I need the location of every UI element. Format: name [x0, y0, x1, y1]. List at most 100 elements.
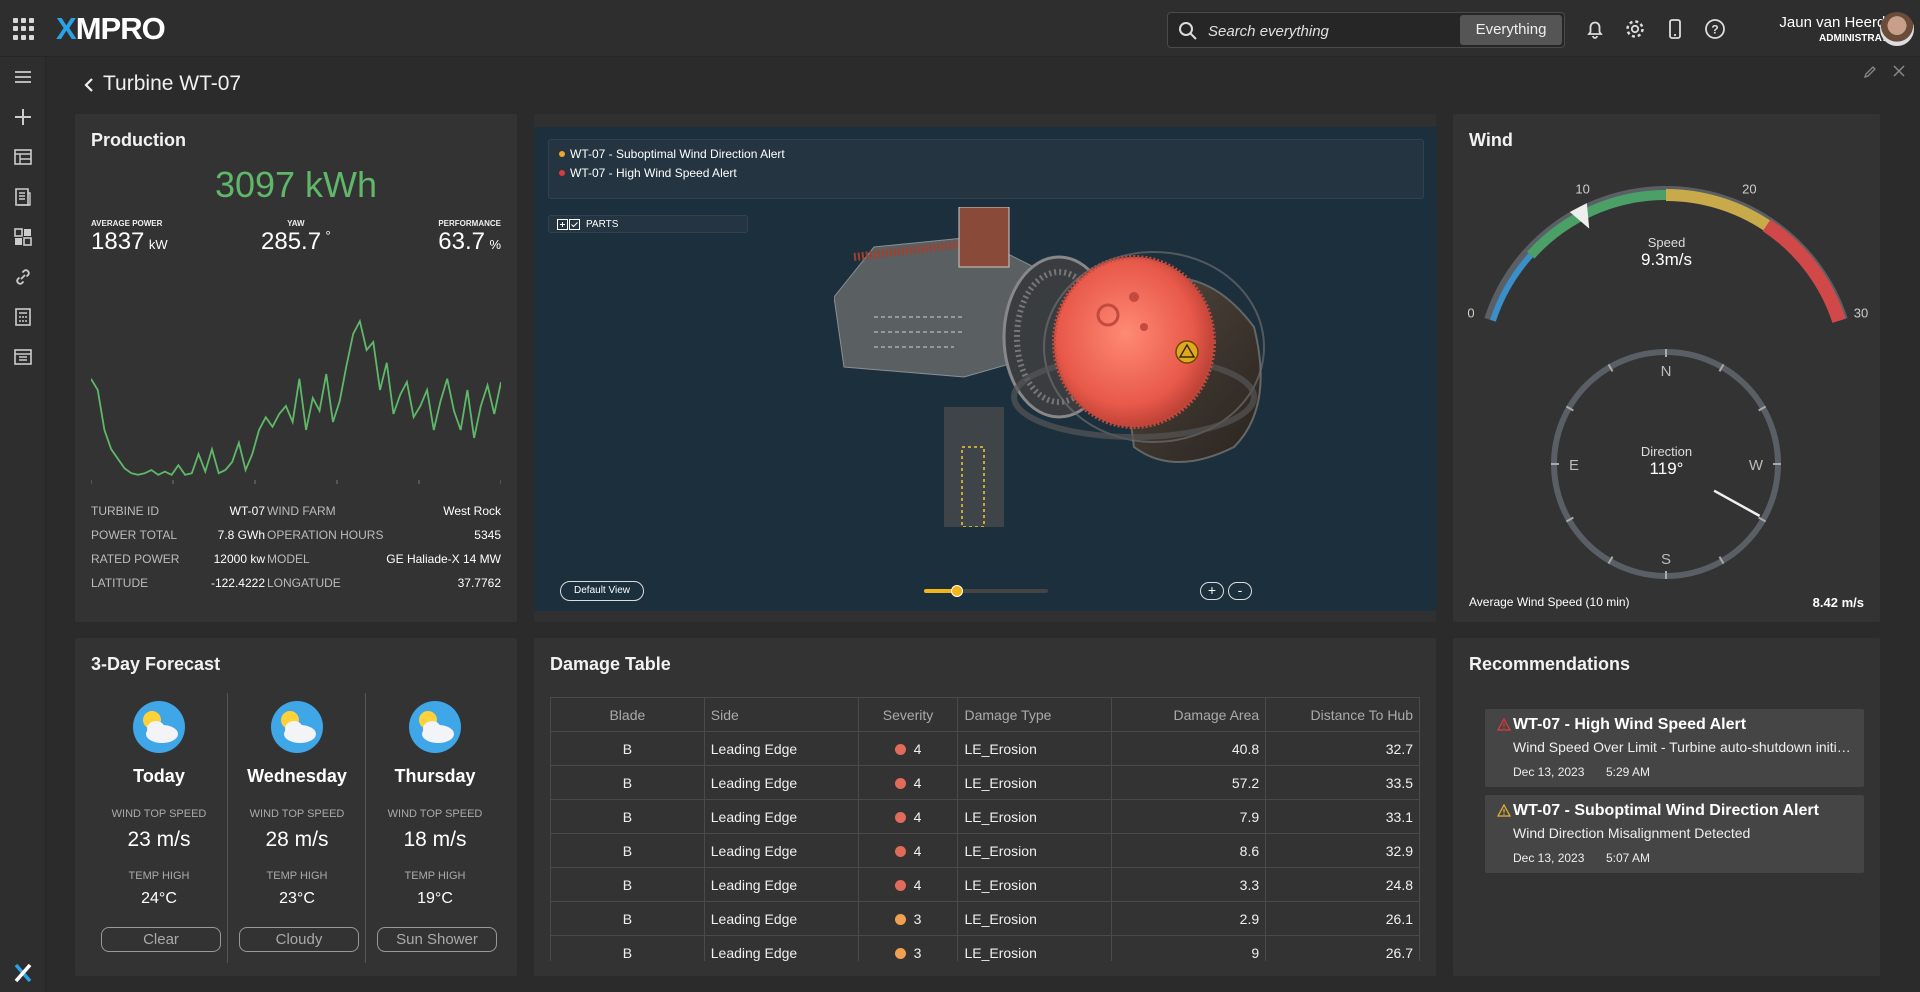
add-icon[interactable] [11, 105, 35, 129]
recommendation-card[interactable]: WT-07 - High Wind Speed Alert Wind Speed … [1485, 709, 1864, 787]
edit-icon[interactable] [1862, 64, 1878, 80]
condition-button[interactable]: Cloudy [239, 927, 359, 952]
column-header[interactable]: Distance To Hub [1265, 697, 1420, 732]
metric-yaw: YAW 285.7 ° [261, 219, 331, 255]
layout-icon[interactable] [11, 345, 35, 369]
info-label: LONGATUDE [267, 576, 341, 590]
viewer-alert-item[interactable]: WT-07 - Suboptimal Wind Direction Alert [559, 147, 785, 161]
expand-check-icon[interactable] [557, 219, 581, 230]
explode-slider[interactable] [924, 585, 1048, 597]
recommendations-title: Recommendations [1469, 654, 1631, 674]
column-header[interactable]: Side [703, 697, 859, 732]
severity-dot-icon [894, 777, 906, 789]
zoom-out-button[interactable]: - [1228, 582, 1252, 600]
forecast-day-name: Today [133, 766, 185, 786]
table-row[interactable]: B Leading Edge 3 LE_Erosion 2.9 26.1 [550, 901, 1420, 936]
slider-handle[interactable] [951, 585, 964, 597]
widgets-icon[interactable] [11, 225, 35, 249]
back-arrow-icon[interactable] [79, 75, 99, 95]
severity-cell: 3 [857, 935, 959, 961]
temp-high-label: TEMP HIGH [404, 870, 466, 882]
wind-direction-compass: NE WS [1551, 349, 1781, 579]
forecast-day-name: Thursday [394, 766, 476, 786]
table-row[interactable]: B Leading Edge 4 LE_Erosion 40.8 32.7 [550, 731, 1420, 766]
zoom-in-button[interactable]: + [1200, 582, 1224, 600]
app-launcher-icon[interactable] [13, 18, 35, 40]
table-row[interactable]: B Leading Edge 4 LE_Erosion 7.9 33.1 [550, 799, 1420, 834]
close-icon[interactable] [1892, 64, 1906, 78]
table-cell: B [550, 765, 705, 800]
partly-sunny-icon [133, 701, 185, 753]
turbine-3d-viewer[interactable]: WT-07 - Suboptimal Wind Direction Alert … [534, 127, 1436, 611]
avatar[interactable] [1880, 12, 1914, 46]
recommendation-card[interactable]: WT-07 - Suboptimal Wind Direction Alert W… [1485, 795, 1864, 873]
table-cell: LE_Erosion [957, 799, 1113, 834]
warning-icon [1497, 718, 1511, 731]
page-title: Turbine WT-07 [103, 72, 242, 95]
viewer-alert-list: WT-07 - Suboptimal Wind Direction Alert … [548, 139, 1424, 199]
avg-wind-value: 8.42 m/s [1812, 595, 1864, 610]
table-cell: B [550, 901, 705, 936]
link-icon[interactable] [11, 265, 35, 289]
gear-icon[interactable] [1623, 17, 1647, 41]
forecast-panel: 3-Day Forecast [75, 638, 517, 976]
help-icon[interactable]: ? [1703, 17, 1727, 41]
severity-dot-icon [894, 913, 906, 925]
search-input[interactable] [1208, 20, 1418, 42]
xmpro-mark-icon[interactable] [11, 961, 35, 985]
table-row[interactable]: B Leading Edge 4 LE_Erosion 57.2 33.5 [550, 765, 1420, 800]
viewer-alert-item[interactable]: WT-07 - High Wind Speed Alert [559, 166, 737, 180]
production-title: Production [91, 130, 186, 150]
recommendation-title: WT-07 - High Wind Speed Alert [1513, 716, 1747, 733]
condition-button[interactable]: Clear [101, 927, 221, 952]
wind-top-speed-label: WIND TOP SPEED [387, 808, 483, 820]
info-value: 37.7762 [457, 576, 501, 590]
table-cell: Leading Edge [703, 765, 859, 800]
table-cell: B [550, 799, 705, 834]
column-header[interactable]: Severity [857, 697, 959, 732]
menu-icon[interactable] [11, 65, 35, 89]
table-cell: 32.7 [1265, 731, 1420, 766]
column-header[interactable]: Damage Type [957, 697, 1113, 732]
table-row[interactable]: B Leading Edge 4 LE_Erosion 3.3 24.8 [550, 867, 1420, 902]
calculator-icon[interactable] [11, 305, 35, 329]
alert-dot-icon [559, 151, 565, 157]
logo[interactable]: XMPRO [56, 11, 166, 47]
table-cell: LE_Erosion [957, 765, 1113, 800]
column-header[interactable]: Blade [550, 697, 705, 732]
search-scope-button[interactable]: Everything [1460, 15, 1562, 45]
report-icon[interactable] [11, 185, 35, 209]
condition-button[interactable]: Sun Shower [377, 927, 497, 952]
compass-label: S [1661, 551, 1671, 568]
column-header[interactable]: Damage Area [1111, 697, 1267, 732]
recommendation-desc: Wind Direction Misalignment Detected [1513, 825, 1751, 841]
table-row[interactable]: B Leading Edge 3 LE_Erosion 9 26.7 [550, 935, 1420, 961]
recommendation-time: 5:29 AM [1606, 765, 1651, 779]
bell-icon[interactable] [1583, 17, 1607, 41]
severity-cell: 4 [857, 731, 959, 766]
production-total: 3097 kWh [214, 164, 378, 205]
sidebar [0, 57, 46, 992]
table-cell: 26.1 [1265, 901, 1420, 936]
severity-value: 4 [913, 808, 922, 825]
table-cell: LE_Erosion [957, 901, 1113, 936]
severity-value: 4 [913, 774, 922, 791]
table-cell: B [550, 833, 705, 868]
info-row: TURBINE ID WT-07 WIND FARM West Rock [91, 504, 501, 528]
table-cell: 8.6 [1111, 833, 1267, 868]
info-value: GE Haliade-X 14 MW [386, 552, 501, 566]
metric-performance: PERFORMANCE 63.7 % [438, 219, 501, 255]
temp-high-value: 24°C [141, 890, 177, 907]
table-cell: 24.8 [1265, 867, 1420, 902]
dashboard-icon[interactable] [11, 145, 35, 169]
table-cell: 7.9 [1111, 799, 1267, 834]
parts-toggle[interactable]: PARTS [548, 215, 748, 233]
info-label: OPERATION HOURS [267, 528, 384, 542]
default-view-button[interactable]: Default View [560, 581, 644, 601]
info-label: TURBINE ID [91, 504, 160, 518]
mobile-icon[interactable] [1663, 17, 1687, 41]
turbine-nacelle-model [834, 207, 1265, 527]
table-row[interactable]: B Leading Edge 4 LE_Erosion 8.6 32.9 [550, 833, 1420, 868]
production-panel: Production 3097 kWh AVERAGE POWER 1837 kW… [75, 114, 517, 622]
temp-high-value: 23°C [279, 890, 315, 907]
